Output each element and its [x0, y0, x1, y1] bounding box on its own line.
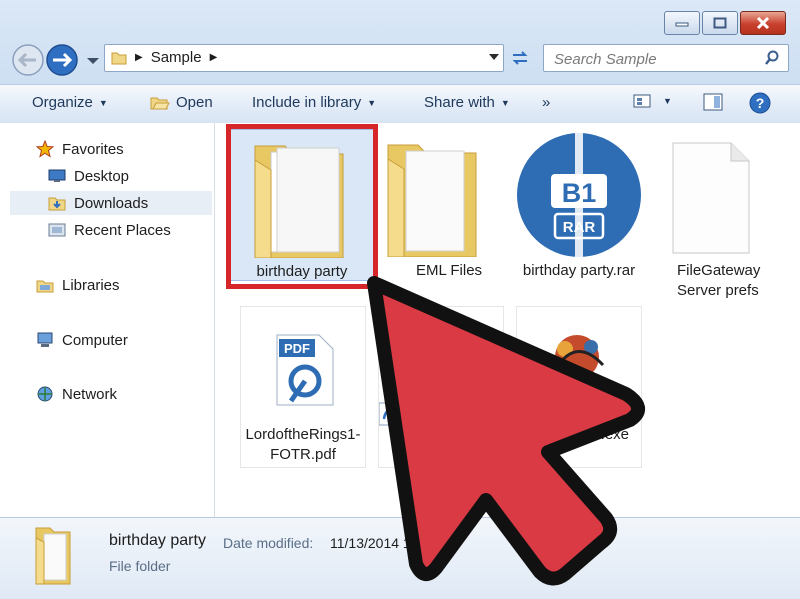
address-bar[interactable]: ▶ Sample ▶ [104, 44, 504, 72]
help-icon: ? [749, 92, 771, 114]
preview-pane-icon [703, 93, 723, 111]
rar-archive-icon: B1 RAR [517, 133, 641, 257]
refresh-icon [512, 51, 528, 65]
chevron-down-icon: ▼ [98, 97, 108, 108]
network-icon [34, 385, 56, 403]
help-button[interactable]: ? [749, 92, 771, 114]
nav-downloads[interactable]: Downloads [10, 191, 212, 215]
nav-label: Favorites [62, 140, 124, 158]
file-item-filegateway-server-prefs[interactable]: FileGateway Server prefs [655, 129, 797, 301]
libraries-icon [34, 276, 56, 294]
command-bar: Organize ▼ Open Include in library ▼ Sha… [0, 84, 800, 124]
open-button[interactable]: Open [150, 94, 213, 111]
maximize-button[interactable] [702, 11, 738, 35]
share-label: Share with [424, 94, 495, 111]
details-file-name: birthday party [109, 532, 206, 549]
maximize-icon [713, 17, 727, 29]
file-item-birthday-party-rar[interactable]: B1 RAR birthday party.rar [504, 129, 654, 281]
close-icon [756, 17, 770, 29]
folder-icon [35, 527, 71, 585]
breadcrumb-separator-icon: ▶ [135, 52, 143, 63]
chevron-down-icon: ▼ [500, 97, 510, 108]
change-view-button[interactable]: ▼ [633, 93, 672, 109]
file-item-tender-exe[interactable]: Tender.exe [516, 306, 642, 468]
folder-icon [387, 144, 477, 258]
computer-icon [34, 331, 56, 349]
include-label: Include in library [252, 94, 362, 111]
file-item-eml-files[interactable]: EML Files [378, 129, 520, 281]
search-input[interactable] [552, 48, 756, 70]
explorer-window: ▶ Sample ▶ Organize ▼ Open Include in li… [0, 0, 800, 599]
rar-badge-text: B1 [562, 178, 597, 208]
organize-label: Organize [32, 94, 93, 111]
search-box[interactable] [543, 44, 789, 72]
svg-text:?: ? [756, 95, 765, 111]
open-folder-icon [150, 97, 170, 109]
close-button[interactable] [740, 11, 786, 35]
nav-network[interactable]: Network [34, 382, 214, 406]
file-name: Tender.exe [555, 426, 629, 443]
nav-desktop[interactable]: Desktop [46, 164, 214, 188]
nav-label: Network [62, 385, 118, 403]
back-forward-buttons[interactable] [10, 41, 102, 81]
nav-label: Computer [62, 331, 128, 349]
details-pane: birthday party Date modified: 11/13/2014… [0, 517, 800, 599]
desktop-icon [46, 167, 68, 185]
nav-label: Desktop [74, 167, 130, 185]
details-date-label: Date modified: [223, 535, 314, 551]
shortcut-icon [378, 402, 402, 426]
file-name: EML Files [415, 262, 483, 279]
share-with-button[interactable]: Share with ▼ [424, 94, 510, 111]
nav-label: Libraries [62, 276, 120, 294]
more-commands-button[interactable]: » [542, 94, 550, 111]
more-label: » [542, 94, 551, 111]
file-name: FileGateway Server prefs [677, 262, 761, 299]
nav-label: Recent Places [74, 221, 171, 239]
include-in-library-button[interactable]: Include in library ▼ [252, 94, 376, 111]
pdf-icon: PDF [276, 334, 334, 406]
details-file-type: File folder [109, 558, 171, 574]
file-item-shortcut[interactable] [378, 306, 504, 468]
view-icon [633, 94, 651, 108]
folder-icon [111, 52, 127, 64]
nav-recent-places[interactable]: Recent Places [46, 218, 214, 242]
selection-highlight-frame [226, 124, 378, 289]
star-icon [34, 140, 56, 158]
minimize-icon [675, 22, 689, 27]
chevron-down-icon: ▼ [663, 96, 672, 106]
nav-libraries[interactable]: Libraries [34, 273, 214, 297]
organize-button[interactable]: Organize ▼ [32, 94, 108, 111]
downloads-folder-icon [46, 194, 68, 212]
breadcrumb-separator-icon: ▶ [209, 52, 218, 63]
file-name: birthday party.rar [522, 262, 636, 279]
navigation-pane: Favorites Desktop Downloads Recent Place… [0, 123, 215, 517]
refresh-button[interactable] [507, 45, 533, 71]
window-controls [664, 11, 786, 35]
file-item-lordoftherings-pdf[interactable]: PDF LordoftheRings1-FOTR.pdf [240, 306, 366, 468]
breadcrumb-sample[interactable]: Sample [151, 49, 202, 66]
exe-icon [555, 335, 605, 379]
rar-badge-subtext: RAR [563, 219, 596, 236]
nav-computer[interactable]: Computer [34, 328, 214, 352]
pdf-badge-text: PDF [284, 341, 310, 356]
minimize-button[interactable] [664, 11, 700, 35]
nav-label: Downloads [74, 194, 149, 212]
file-name: LordoftheRings1-FOTR.pdf [245, 426, 361, 463]
chevron-down-icon: ▼ [367, 97, 377, 108]
chevron-down-icon[interactable] [489, 53, 499, 61]
search-icon[interactable] [764, 50, 780, 66]
details-date-value: 11/13/2014 11:5 M [330, 535, 559, 551]
nav-favorites[interactable]: Favorites [34, 137, 214, 161]
recent-places-icon [46, 221, 68, 239]
open-label: Open [176, 94, 213, 111]
blank-file-icon [672, 142, 750, 254]
preview-pane-button[interactable] [703, 93, 723, 111]
